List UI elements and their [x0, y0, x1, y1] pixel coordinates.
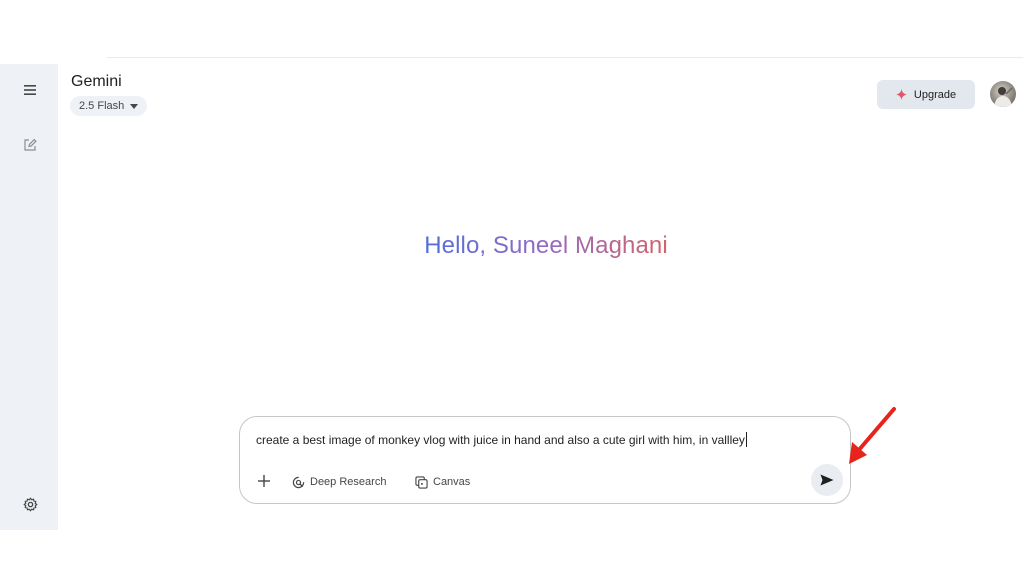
canvas-label: Canvas — [433, 476, 471, 488]
upgrade-label: Upgrade — [913, 88, 957, 101]
chevron-down-icon — [130, 103, 139, 109]
send-button[interactable] — [811, 464, 843, 496]
sidebar — [0, 64, 58, 530]
model-selector[interactable]: 2.5 Flash — [70, 96, 148, 116]
red-arrow-icon — [849, 407, 896, 464]
top-divider — [107, 57, 1023, 58]
prompt-composer[interactable]: create a best image of monkey vlog with … — [239, 416, 851, 504]
prompt-input[interactable]: create a best image of monkey vlog with … — [256, 432, 747, 447]
edit-icon — [24, 138, 37, 151]
send-icon — [820, 474, 834, 486]
greeting-heading: Hello, Suneel Maghani — [58, 232, 1024, 260]
canvas-icon — [415, 475, 428, 489]
deep-research-button[interactable]: Deep Research — [292, 473, 386, 491]
model-label: 2.5 Flash — [79, 100, 125, 112]
plus-icon — [258, 475, 270, 487]
settings-button[interactable] — [16, 490, 44, 518]
canvas-button[interactable]: Canvas — [415, 473, 470, 491]
menu-button[interactable] — [16, 76, 44, 104]
app-title: Gemini — [71, 73, 122, 90]
avatar[interactable] — [990, 81, 1016, 107]
deep-research-label: Deep Research — [310, 476, 387, 488]
gear-icon — [23, 497, 37, 511]
text-cursor — [745, 432, 747, 447]
deep-research-icon — [292, 476, 305, 488]
menu-icon — [24, 85, 36, 95]
sparkle-icon — [895, 89, 907, 100]
prompt-text: create a best image of monkey vlog with … — [256, 433, 745, 447]
greeting-text: Hello, Suneel Maghani — [424, 232, 668, 259]
avatar-photo-icon — [994, 87, 1013, 107]
new-chat-button[interactable] — [16, 131, 44, 159]
add-button[interactable] — [254, 471, 274, 491]
upgrade-button[interactable]: Upgrade — [877, 80, 975, 109]
